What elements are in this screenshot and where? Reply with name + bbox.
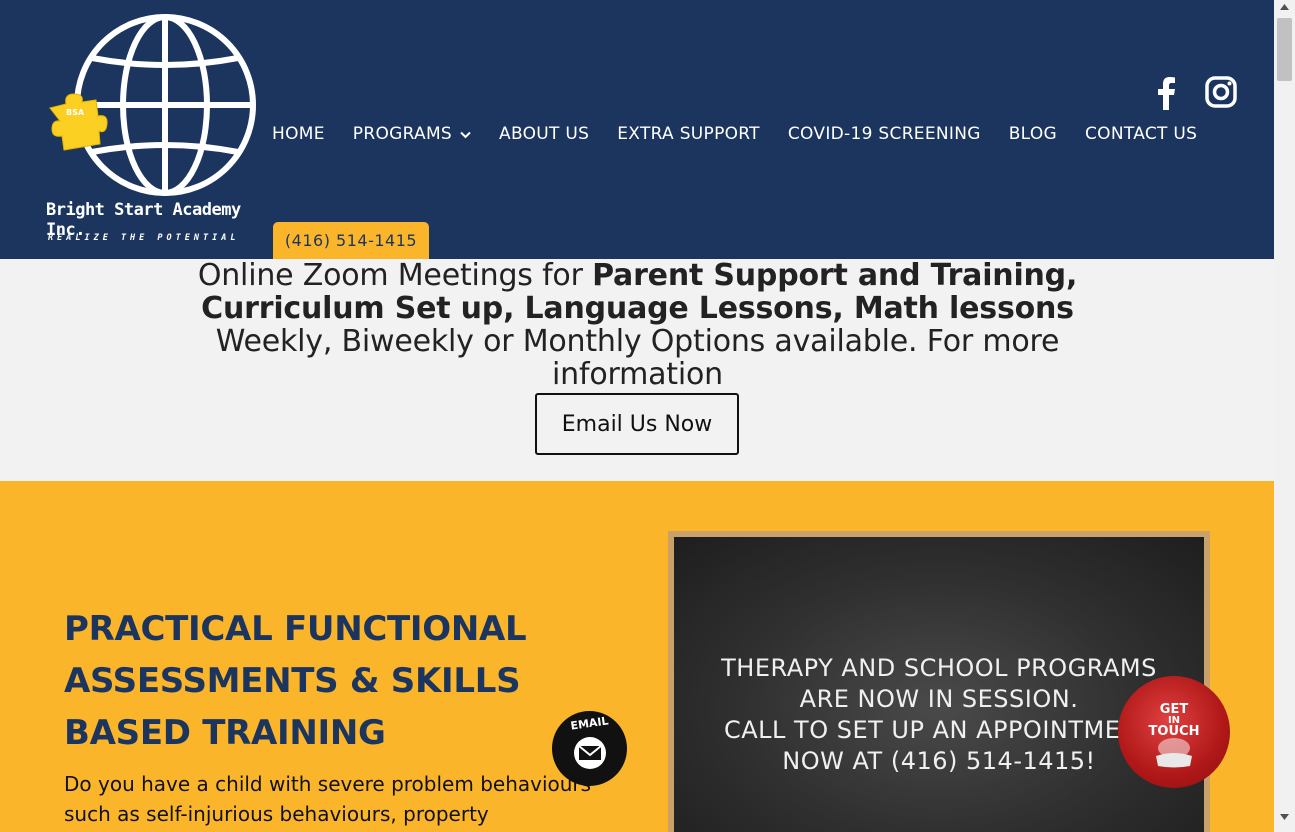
envelope-icon [574, 737, 606, 769]
logo-tagline: REALIZE THE POTENTIAL [48, 233, 240, 243]
get-in-touch-line: GET [1159, 702, 1189, 717]
get-in-touch-label: GET IN TOUCH [1118, 702, 1230, 739]
chalkboard-image: THERAPY AND SCHOOL PROGRAMS ARE NOW IN S… [668, 531, 1210, 832]
scroll-down-icon[interactable] [1274, 814, 1295, 824]
scrollbar-thumb[interactable] [1277, 18, 1292, 81]
nav-extra-support-label: EXTRA SUPPORT [617, 124, 760, 144]
chalkboard-line: THERAPY AND SCHOOL PROGRAMS [721, 654, 1157, 682]
nav-covid-screening[interactable]: COVID-19 SCREENING [788, 124, 981, 144]
logo[interactable]: BSA Bright Start Academy Inc. REALIZE TH… [40, 10, 265, 250]
email-us-now-button[interactable]: Email Us Now [535, 393, 739, 455]
snow-globe-icon [1156, 738, 1192, 768]
nav-blog[interactable]: BLOG [1009, 124, 1057, 144]
nav-contact-us[interactable]: CONTACT US [1085, 124, 1197, 144]
banner-text-part2: Weekly, Biweekly or Monthly Options avai… [215, 324, 1060, 392]
assessment-section: PRACTICAL FUNCTIONAL ASSESSMENTS & SKILL… [0, 481, 1274, 832]
site-header: BSA Bright Start Academy Inc. REALIZE TH… [0, 0, 1274, 259]
main-nav: HOME PROGRAMS ABOUT US EXTRA SUPPORT COV… [272, 124, 1225, 144]
email-widget-button[interactable]: EMAIL [552, 711, 627, 786]
nav-extra-support[interactable]: EXTRA SUPPORT [617, 124, 760, 144]
get-in-touch-button[interactable]: GET IN TOUCH [1118, 676, 1230, 788]
nav-programs-label: PROGRAMS [352, 124, 453, 144]
scroll-up-icon[interactable] [1274, 4, 1295, 14]
nav-about-us-label: ABOUT US [499, 124, 590, 144]
scrollbar[interactable] [1274, 0, 1295, 832]
nav-home-label: HOME [272, 124, 325, 144]
facebook-icon[interactable] [1154, 76, 1178, 114]
banner-text: Online Zoom Meetings for Parent Support … [150, 259, 1125, 391]
instagram-icon[interactable] [1205, 76, 1237, 112]
banner-text-part1: Online Zoom Meetings for [197, 258, 593, 293]
logo-badge: BSA [66, 108, 85, 117]
nav-about-us[interactable]: ABOUT US [499, 124, 589, 144]
phone-button[interactable]: (416) 514-1415 [273, 222, 429, 259]
nav-covid-screening-label: COVID-19 SCREENING [787, 124, 981, 144]
nav-contact-us-label: CONTACT US [1085, 124, 1198, 144]
zoom-banner: Online Zoom Meetings for Parent Support … [0, 259, 1274, 481]
get-in-touch-line: TOUCH [1148, 724, 1200, 739]
section-paragraph: Do you have a child with severe problem … [64, 772, 592, 826]
nav-home[interactable]: HOME [272, 124, 325, 144]
nav-programs[interactable]: PROGRAMS [353, 124, 471, 144]
chevron-down-icon [460, 124, 471, 144]
chalkboard-surface: THERAPY AND SCHOOL PROGRAMS ARE NOW IN S… [674, 537, 1204, 832]
puzzle-piece-icon [49, 93, 108, 151]
nav-blog-label: BLOG [1008, 124, 1058, 144]
section-heading: PRACTICAL FUNCTIONAL ASSESSMENTS & SKILL… [64, 609, 527, 753]
